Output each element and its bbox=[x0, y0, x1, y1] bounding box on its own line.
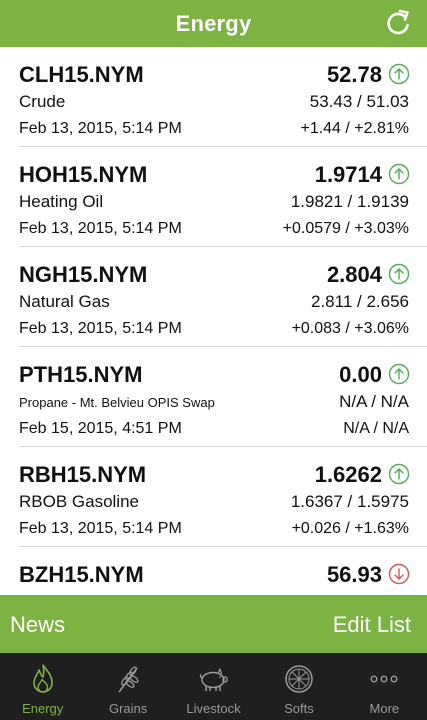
quote-symbol: CLH15.NYM bbox=[19, 62, 144, 87]
quote-row[interactable]: PTH15.NYM 0.00 Propane - Mt. Belvieu OPI… bbox=[19, 347, 427, 447]
wheat-icon bbox=[118, 666, 139, 693]
quote-change: +0.0579 / +3.03% bbox=[282, 220, 409, 237]
down-arrow-icon bbox=[388, 563, 410, 585]
flame-icon bbox=[32, 664, 53, 693]
quote-name: Natural Gas bbox=[19, 292, 110, 311]
quote-change: +0.083 / +3.06% bbox=[291, 320, 409, 337]
tab-energy[interactable]: Energy bbox=[0, 653, 85, 720]
tab-grains[interactable]: Grains bbox=[85, 653, 170, 720]
quote-name: Heating Oil bbox=[19, 192, 104, 211]
nav-header: Energy bbox=[0, 0, 427, 47]
quote-timestamp: Feb 13, 2015, 5:14 PM bbox=[19, 520, 182, 537]
up-arrow-icon bbox=[388, 163, 410, 185]
quote-high-low: 1.6367 / 1.5975 bbox=[290, 492, 409, 511]
tab-label: More bbox=[369, 701, 400, 716]
tab-label: Softs bbox=[284, 701, 314, 716]
pig-icon bbox=[199, 668, 228, 691]
quote-last-price: 2.804 bbox=[326, 262, 382, 287]
quote-name: RBOB Gasoline bbox=[19, 492, 139, 511]
news-button[interactable]: News bbox=[10, 612, 65, 638]
tab-softs[interactable]: Softs bbox=[256, 653, 341, 720]
quote-row[interactable]: CLH15.NYM 52.78 Crude 53.43 / 51.03 Feb … bbox=[19, 47, 427, 147]
orange-slice-icon bbox=[285, 665, 313, 693]
tab-label: Livestock bbox=[186, 701, 241, 716]
quote-high-low: 53.43 / 51.03 bbox=[309, 92, 409, 111]
edit-list-button[interactable]: Edit List bbox=[333, 612, 411, 638]
up-arrow-icon bbox=[388, 463, 410, 485]
quote-last-price: 52.78 bbox=[326, 62, 382, 87]
quote-last-price: 56.93 bbox=[326, 562, 382, 587]
quote-change: N/A / N/A bbox=[343, 420, 409, 437]
more-dots-icon bbox=[370, 675, 398, 683]
quote-row[interactable]: NGH15.NYM 2.804 Natural Gas 2.811 / 2.65… bbox=[19, 247, 427, 347]
quote-last-price: 0.00 bbox=[339, 362, 382, 387]
quote-change: +0.026 / +1.63% bbox=[291, 520, 409, 537]
up-arrow-icon bbox=[388, 63, 410, 85]
quote-symbol: BZH15.NYM bbox=[19, 562, 144, 587]
quote-timestamp: Feb 13, 2015, 5:14 PM bbox=[19, 220, 182, 237]
quote-last-price: 1.9714 bbox=[314, 162, 382, 187]
quote-timestamp: Feb 15, 2015, 4:51 PM bbox=[19, 420, 182, 437]
tab-livestock[interactable]: Livestock bbox=[171, 653, 256, 720]
quote-timestamp: Feb 13, 2015, 5:14 PM bbox=[19, 320, 182, 337]
quote-name: Crude bbox=[19, 92, 66, 111]
quote-high-low: 2.811 / 2.656 bbox=[311, 292, 409, 311]
action-bar: News Edit List bbox=[0, 595, 427, 653]
quote-name: Propane - Mt. Belvieu OPIS Swap bbox=[19, 395, 215, 410]
tab-label: Grains bbox=[108, 701, 148, 716]
quote-row[interactable]: RBH15.NYM 1.6262 RBOB Gasoline 1.6367 / … bbox=[19, 447, 427, 547]
tab-more[interactable]: More bbox=[342, 653, 427, 720]
quote-symbol: NGH15.NYM bbox=[19, 262, 148, 287]
quote-row[interactable]: HOH15.NYM 1.9714 Heating Oil 1.9821 / 1.… bbox=[19, 147, 427, 247]
up-arrow-icon bbox=[388, 263, 410, 285]
quote-timestamp: Feb 13, 2015, 5:14 PM bbox=[19, 120, 182, 137]
quote-symbol: PTH15.NYM bbox=[19, 362, 143, 387]
quote-symbol: RBH15.NYM bbox=[19, 462, 147, 487]
page-title: Energy bbox=[175, 10, 252, 36]
quote-list[interactable]: CLH15.NYM 52.78 Crude 53.43 / 51.03 Feb … bbox=[0, 47, 427, 595]
up-arrow-icon bbox=[388, 363, 410, 385]
quote-high-low: N/A / N/A bbox=[339, 392, 409, 411]
quote-last-price: 1.6262 bbox=[314, 462, 382, 487]
quote-symbol: HOH15.NYM bbox=[19, 162, 148, 187]
tab-bar: Energy Grains Livestock Softs More bbox=[0, 653, 427, 720]
tab-label: Energy bbox=[22, 701, 64, 716]
quote-high-low: 1.9821 / 1.9139 bbox=[290, 192, 409, 211]
refresh-icon[interactable] bbox=[383, 8, 413, 38]
quote-change: +1.44 / +2.81% bbox=[300, 120, 409, 137]
quote-row[interactable]: BZH15.NYM 56.93 bbox=[19, 547, 427, 595]
